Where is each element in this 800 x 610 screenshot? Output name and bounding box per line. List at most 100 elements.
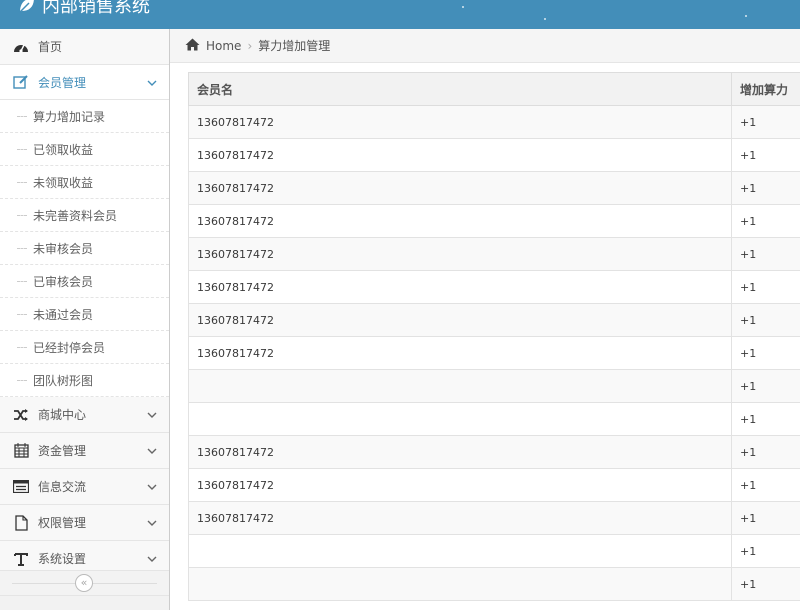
submenu-item-unreceived-earnings[interactable]: 未领取收益 — [0, 166, 169, 199]
table-row: +1 — [188, 402, 800, 436]
sidebar-item-label: 首页 — [38, 40, 63, 54]
submenu-label: 已审核会员 — [33, 274, 94, 289]
table-row: 13607817472 +1 — [188, 336, 800, 370]
member-name-cell: 13607817472 — [188, 204, 732, 238]
power-increase-cell: +1 — [731, 303, 800, 337]
power-increase-cell: +1 — [731, 336, 800, 370]
chevron-down-icon — [147, 408, 157, 422]
main-content: Home › 算力增加管理 会员名 增加算力 13607817472 +1 1360… — [170, 29, 800, 610]
decor-dot — [745, 15, 747, 17]
power-increase-cell: +1 — [731, 402, 800, 436]
table-row: 13607817472 +1 — [188, 237, 800, 271]
sidebar-item-label: 会员管理 — [38, 75, 87, 90]
submenu-item-reviewed-members[interactable]: 已审核会员 — [0, 265, 169, 298]
submenu-label: 未领取收益 — [33, 175, 94, 190]
shuffle-icon — [12, 406, 30, 424]
table-row: +1 — [188, 369, 800, 403]
member-name-cell: 13607817472 — [188, 270, 732, 304]
member-name-cell — [188, 567, 732, 601]
app-brand[interactable]: 内部销售系统 — [18, 0, 150, 19]
table-row: 13607817472 +1 — [188, 501, 800, 535]
member-name-cell: 13607817472 — [188, 237, 732, 271]
sidebar: 首页 会员管理 算力增加记录 已领取收益 未领取收益 未完善资料会员 未审核会员… — [0, 29, 170, 610]
list-icon — [12, 478, 30, 496]
sidebar-item-funds[interactable]: 资金管理 — [0, 433, 169, 469]
power-increase-cell: +1 — [731, 105, 800, 139]
calendar-icon — [12, 442, 30, 460]
sidebar-item-permissions[interactable]: 权限管理 — [0, 505, 169, 541]
sidebar-item-mall[interactable]: 商城中心 — [0, 397, 169, 433]
power-increase-cell: +1 — [731, 204, 800, 238]
breadcrumb-home-link[interactable]: Home — [206, 39, 241, 53]
table-row: +1 — [188, 534, 800, 568]
member-name-cell: 13607817472 — [188, 138, 732, 172]
submenu-item-team-tree[interactable]: 团队树形图 — [0, 364, 169, 397]
sidebar-item-label: 资金管理 — [38, 444, 87, 458]
chevron-down-icon — [147, 516, 157, 530]
submenu-item-power-records[interactable]: 算力增加记录 — [0, 100, 169, 133]
app-title: 内部销售系统 — [42, 0, 150, 17]
power-increase-cell: +1 — [731, 270, 800, 304]
member-name-cell: 13607817472 — [188, 501, 732, 535]
file-icon — [12, 514, 30, 532]
dashboard-icon — [12, 38, 30, 56]
breadcrumb-separator-icon: › — [247, 38, 253, 53]
records-table: 会员名 增加算力 13607817472 +1 13607817472 +1 13607… — [188, 72, 800, 601]
table-row: 13607817472 +1 — [188, 105, 800, 139]
sidebar-item-members[interactable]: 会员管理 — [0, 65, 169, 100]
edit-icon — [12, 73, 30, 91]
submenu-item-received-earnings[interactable]: 已领取收益 — [0, 133, 169, 166]
sidebar-item-label: 系统设置 — [38, 552, 87, 566]
submenu-label: 已经封停会员 — [33, 340, 106, 355]
power-increase-cell: +1 — [731, 237, 800, 271]
submenu-item-incomplete-members[interactable]: 未完善资料会员 — [0, 199, 169, 232]
member-name-cell: 13607817472 — [188, 303, 732, 337]
collapse-sidebar-button[interactable]: « — [75, 574, 93, 592]
sidebar-item-label: 商城中心 — [38, 408, 87, 422]
column-header-member[interactable]: 会员名 — [188, 72, 732, 106]
power-increase-cell: +1 — [731, 369, 800, 403]
member-name-cell: 13607817472 — [188, 171, 732, 205]
power-increase-cell: +1 — [731, 435, 800, 469]
leaf-icon — [18, 0, 36, 18]
table-row: 13607817472 +1 — [188, 171, 800, 205]
table-row: 13607817472 +1 — [188, 138, 800, 172]
sidebar-collapse-bar: « — [0, 570, 169, 596]
breadcrumb: Home › 算力增加管理 — [170, 29, 800, 63]
power-increase-cell: +1 — [731, 468, 800, 502]
submenu-item-banned-members[interactable]: 已经封停会员 — [0, 331, 169, 364]
sidebar-item-messages[interactable]: 信息交流 — [0, 469, 169, 505]
text-icon — [12, 550, 30, 568]
sidebar-item-label: 信息交流 — [38, 480, 87, 494]
submenu-label: 未通过会员 — [33, 307, 94, 322]
member-name-cell: 13607817472 — [188, 468, 732, 502]
power-increase-cell: +1 — [731, 567, 800, 601]
power-increase-cell: +1 — [731, 534, 800, 568]
sidebar-item-home[interactable]: 首页 — [0, 29, 169, 65]
table-header-row: 会员名 增加算力 — [188, 72, 800, 106]
member-name-cell: 13607817472 — [188, 435, 732, 469]
decor-dot — [544, 18, 546, 20]
table-body: 13607817472 +1 13607817472 +1 13607817472 +1 1… — [188, 105, 800, 601]
member-name-cell: 13607817472 — [188, 105, 732, 139]
home-icon[interactable] — [185, 38, 200, 54]
submenu-label: 已领取收益 — [33, 142, 94, 157]
table-row: 13607817472 +1 — [188, 303, 800, 337]
member-name-cell — [188, 402, 732, 436]
table-row: +1 — [188, 567, 800, 601]
chevron-down-icon — [147, 444, 157, 458]
member-name-cell — [188, 369, 732, 403]
top-navbar: 内部销售系统 — [0, 0, 800, 29]
submenu-label: 未完善资料会员 — [33, 208, 118, 223]
table-row: 13607817472 +1 — [188, 435, 800, 469]
submenu-label: 算力增加记录 — [33, 109, 106, 124]
chevron-down-icon — [147, 552, 157, 566]
submenu-item-rejected-members[interactable]: 未通过会员 — [0, 298, 169, 331]
chevron-down-icon — [147, 480, 157, 494]
column-header-power[interactable]: 增加算力 — [731, 72, 800, 106]
submenu-item-unreviewed-members[interactable]: 未审核会员 — [0, 232, 169, 265]
power-increase-cell: +1 — [731, 138, 800, 172]
breadcrumb-current: 算力增加管理 — [258, 39, 331, 53]
members-submenu: 算力增加记录 已领取收益 未领取收益 未完善资料会员 未审核会员 已审核会员 未… — [0, 100, 169, 397]
power-increase-cell: +1 — [731, 501, 800, 535]
